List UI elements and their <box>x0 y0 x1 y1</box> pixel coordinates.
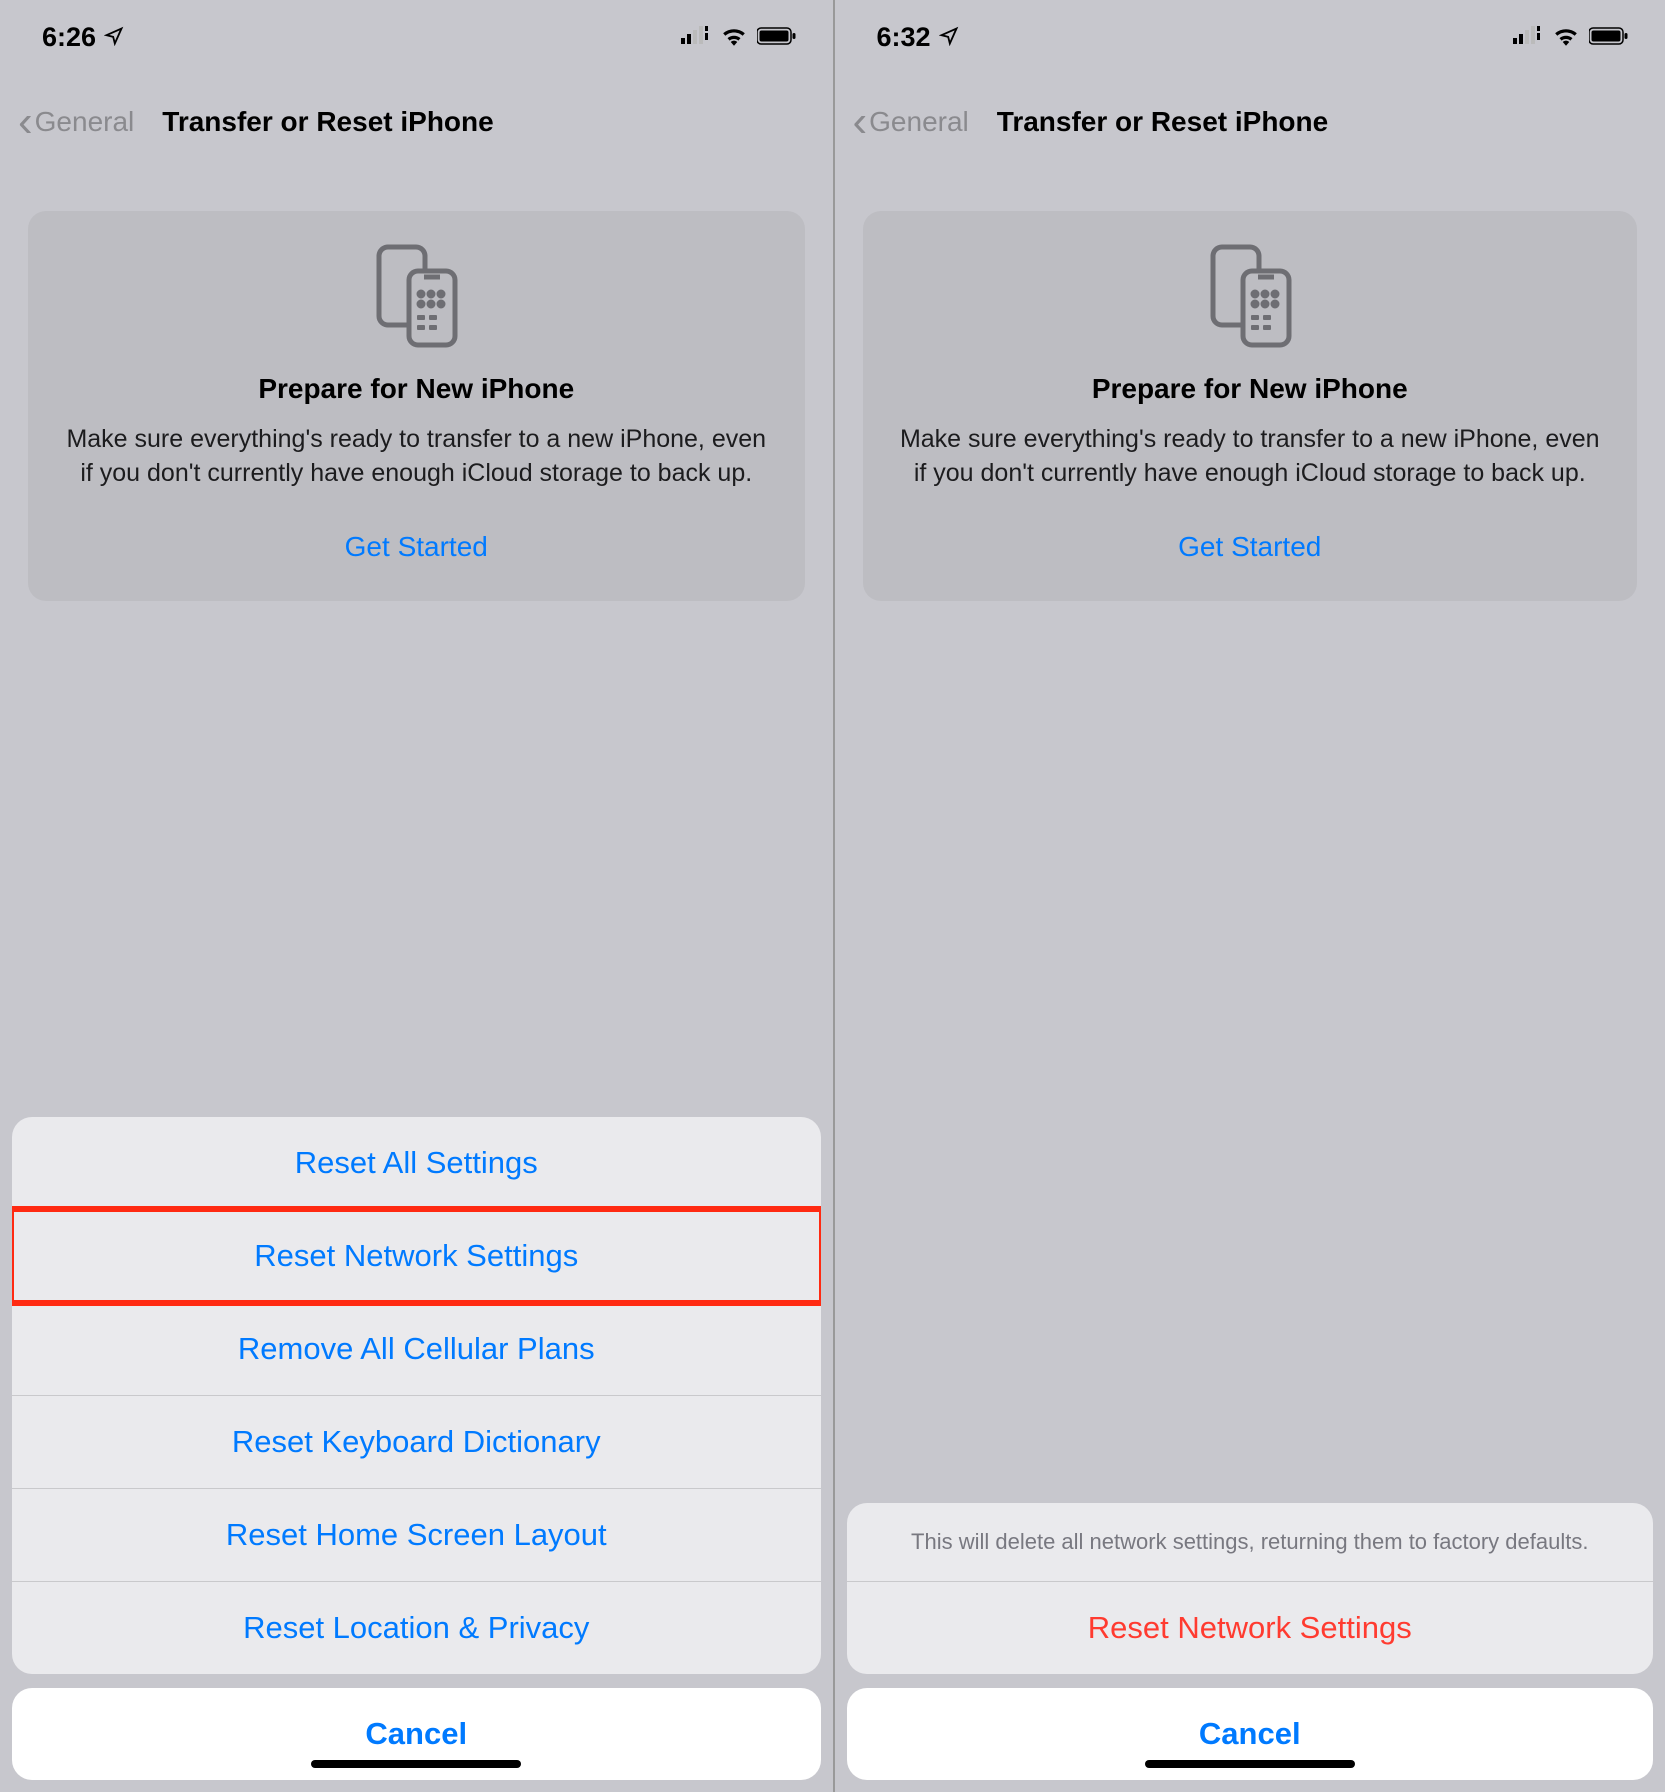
nav-bar: ‹ General Transfer or Reset iPhone <box>835 63 1665 171</box>
get-started-button[interactable]: Get Started <box>56 531 777 563</box>
remove-cellular-plans-option[interactable]: Remove All Cellular Plans <box>12 1303 821 1396</box>
card-title: Prepare for New iPhone <box>891 373 1610 405</box>
back-chevron-icon[interactable]: ‹ <box>18 97 33 147</box>
reset-home-screen-option[interactable]: Reset Home Screen Layout <box>12 1489 821 1582</box>
status-time: 6:26 <box>42 22 96 53</box>
location-icon <box>939 22 959 53</box>
confirm-action-sheet: This will delete all network settings, r… <box>847 1503 1654 1780</box>
nav-bar: ‹ General Transfer or Reset iPhone <box>0 63 833 171</box>
location-icon <box>104 22 124 53</box>
get-started-button[interactable]: Get Started <box>891 531 1610 563</box>
sheet-confirm-group: This will delete all network settings, r… <box>847 1503 1654 1674</box>
transfer-devices-icon <box>1195 241 1305 351</box>
status-bar: 6:32 <box>835 0 1665 63</box>
prepare-card: Prepare for New iPhone Make sure everyth… <box>863 211 1638 601</box>
card-description: Make sure everything's ready to transfer… <box>891 423 1610 491</box>
screen-right: 6:32 ‹ General Transfer or Reset iPhone <box>833 0 1665 1792</box>
prepare-card: Prepare for New iPhone Make sure everyth… <box>28 211 805 601</box>
reset-all-settings-option[interactable]: Reset All Settings <box>12 1117 821 1210</box>
home-indicator[interactable] <box>311 1760 521 1768</box>
battery-icon <box>757 22 797 53</box>
card-title: Prepare for New iPhone <box>56 373 777 405</box>
sheet-warning-message: This will delete all network settings, r… <box>847 1503 1654 1582</box>
page-title: Transfer or Reset iPhone <box>162 106 493 138</box>
home-indicator[interactable] <box>1145 1760 1355 1768</box>
status-time: 6:32 <box>877 22 931 53</box>
reset-keyboard-dictionary-option[interactable]: Reset Keyboard Dictionary <box>12 1396 821 1489</box>
back-button[interactable]: General <box>35 106 135 138</box>
battery-icon <box>1589 22 1629 53</box>
back-button[interactable]: General <box>869 106 969 138</box>
sheet-options-group: Reset All Settings Reset Network Setting… <box>12 1117 821 1674</box>
cellular-icon <box>1513 22 1543 53</box>
screen-left: 6:26 ‹ General Transfer or Reset iPhone <box>0 0 833 1792</box>
card-description: Make sure everything's ready to transfer… <box>56 423 777 491</box>
status-bar: 6:26 <box>0 0 833 63</box>
reset-network-settings-option[interactable]: Reset Network Settings <box>12 1210 821 1303</box>
back-chevron-icon[interactable]: ‹ <box>853 97 868 147</box>
wifi-icon <box>1553 22 1579 53</box>
confirm-reset-network-button[interactable]: Reset Network Settings <box>847 1582 1654 1674</box>
reset-action-sheet: Reset All Settings Reset Network Setting… <box>12 1117 821 1780</box>
cellular-icon <box>681 22 711 53</box>
wifi-icon <box>721 22 747 53</box>
transfer-devices-icon <box>361 241 471 351</box>
page-title: Transfer or Reset iPhone <box>997 106 1328 138</box>
reset-location-privacy-option[interactable]: Reset Location & Privacy <box>12 1582 821 1674</box>
